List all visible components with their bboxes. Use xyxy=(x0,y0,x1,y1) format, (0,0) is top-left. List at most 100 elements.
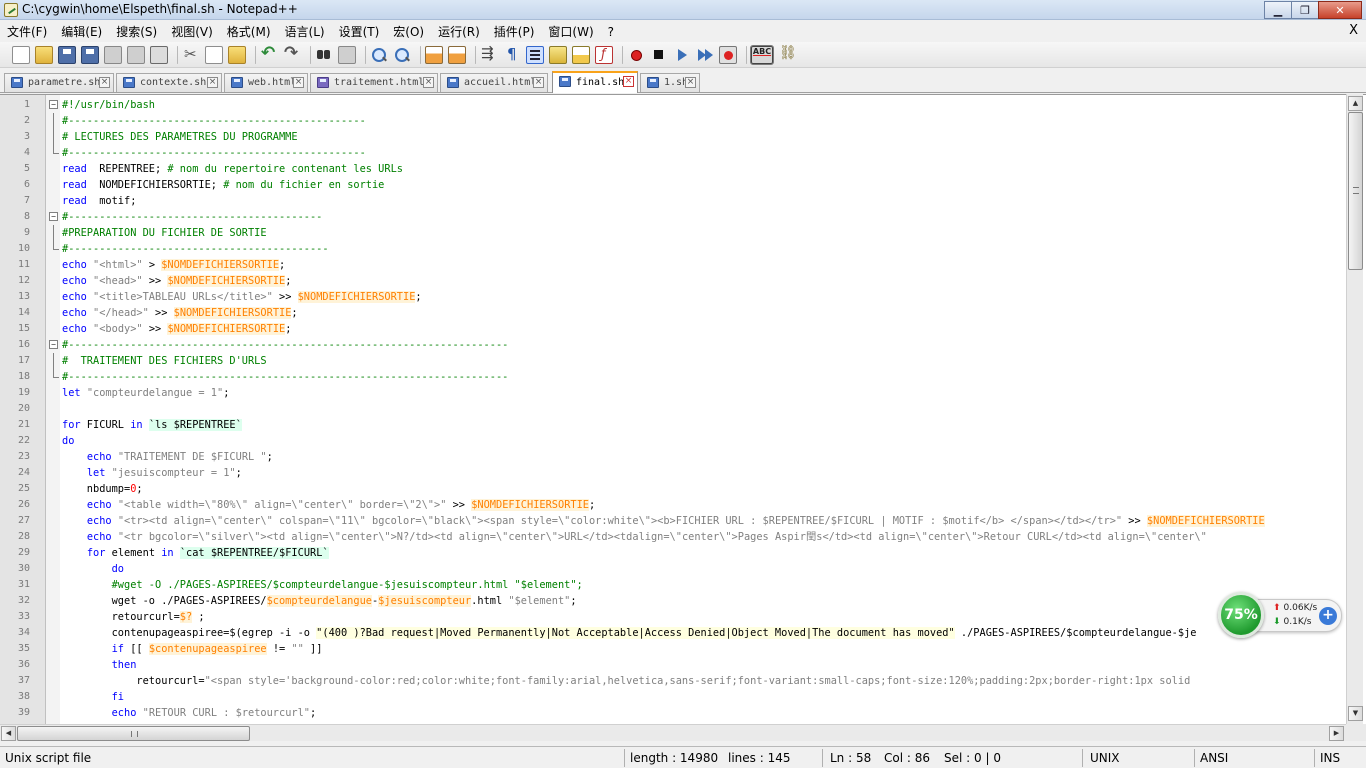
menu-search[interactable]: 搜索(S) xyxy=(109,23,164,40)
code-line[interactable]: 33 retourcurl=$? ; xyxy=(0,609,1346,625)
tab-close-icon[interactable]: × xyxy=(423,77,434,88)
plugin-link-icon[interactable] xyxy=(778,45,797,64)
code-line[interactable]: 25 nbdump=0; xyxy=(0,481,1346,497)
code-line[interactable]: 23 echo "TRAITEMENT DE $FICURL "; xyxy=(0,449,1346,465)
save-macro-icon[interactable] xyxy=(719,45,737,64)
show-all-characters-icon[interactable] xyxy=(503,45,521,64)
tab-contexte[interactable]: contexte.sh × xyxy=(116,73,222,92)
code-line[interactable]: 13 echo "<title>TABLEAU URLs</title>" >> … xyxy=(0,289,1346,305)
sync-vertical-icon[interactable] xyxy=(425,45,443,64)
tab-accueil[interactable]: accueil.html × xyxy=(440,73,548,92)
menu-edit[interactable]: 编辑(E) xyxy=(54,23,109,40)
tab-close-icon[interactable]: × xyxy=(207,77,218,88)
undo-icon[interactable] xyxy=(260,43,278,64)
code-line[interactable]: 38 fi xyxy=(0,689,1346,705)
scroll-down-icon[interactable]: ▼ xyxy=(1348,706,1363,721)
save-icon[interactable] xyxy=(58,45,76,64)
menu-file[interactable]: 文件(F) xyxy=(0,23,54,40)
code-line[interactable]: 32 wget -o ./PAGES-ASPIREES/$compteurdel… xyxy=(0,593,1346,609)
zoom-out-icon[interactable] xyxy=(393,46,411,64)
vertical-scroll-thumb[interactable] xyxy=(1348,112,1363,270)
code-line[interactable]: 18 #-------------------------------------… xyxy=(0,369,1346,385)
redo-icon[interactable] xyxy=(283,43,301,64)
word-wrap-icon[interactable] xyxy=(480,44,498,64)
document-map-icon[interactable] xyxy=(572,45,590,64)
code-lines[interactable]: 1− #!/usr/bin/bash 2 #---------------------… xyxy=(0,97,1346,721)
scroll-right-icon[interactable]: ▶ xyxy=(1329,726,1344,741)
code-line[interactable]: 27 echo "<tr><td align=\"center\" colspa… xyxy=(0,513,1346,529)
tab-parametre[interactable]: parametre.sh × xyxy=(4,73,114,92)
code-line[interactable]: 7 read motif; xyxy=(0,193,1346,209)
code-line[interactable]: 24 let "jesuiscompteur = 1"; xyxy=(0,465,1346,481)
code-line[interactable]: 29 for element in `cat $REPENTREE/$FICUR… xyxy=(0,545,1346,561)
stop-recording-icon[interactable] xyxy=(650,46,668,64)
code-line[interactable]: 5 read REPENTREE; # nom du repertoire con… xyxy=(0,161,1346,177)
tab-close-icon[interactable]: × xyxy=(685,77,696,88)
code-line[interactable]: 8 − #-------------------------------------… xyxy=(0,209,1346,225)
code-line[interactable]: 6 read NOMDEFICHIERSORTIE; # nom du fichi… xyxy=(0,177,1346,193)
tab-close-icon[interactable]: × xyxy=(533,77,544,88)
code-line[interactable]: 1 − #!/usr/bin/bash xyxy=(0,97,1346,113)
code-line[interactable]: 37 retourcurl="<span style='background-c… xyxy=(0,673,1346,689)
fold-toggle-icon[interactable]: − xyxy=(49,212,58,221)
code-line[interactable]: 39 echo "RETOUR CURL : $retourcurl"; xyxy=(0,705,1346,721)
copy-icon[interactable] xyxy=(205,45,223,64)
code-line[interactable]: 28 echo "<tr bgcolor=\"silver\"><td alig… xyxy=(0,529,1346,545)
scroll-left-icon[interactable]: ◀ xyxy=(1,726,16,741)
code-line[interactable]: 10 #-------------------------------------… xyxy=(0,241,1346,257)
network-speed-widget[interactable]: ⬆ 0.06K/s ⬇ 0.1K/s + 75% xyxy=(1218,592,1344,638)
code-line[interactable]: 21 for FICURL in `ls $REPENTREE` xyxy=(0,417,1346,433)
run-macro-multiple-icon[interactable] xyxy=(696,46,714,64)
save-all-icon[interactable] xyxy=(81,45,99,64)
code-line[interactable]: 12 echo "<head>" >> $NOMDEFICHIERSORTIE; xyxy=(0,273,1346,289)
print-icon[interactable] xyxy=(150,45,168,64)
menu-settings[interactable]: 设置(T) xyxy=(332,23,387,40)
open-file-icon[interactable] xyxy=(35,45,53,64)
tab-traitement[interactable]: traitement.html × xyxy=(310,73,438,92)
code-line[interactable]: 11 echo "<html>" > $NOMDEFICHIERSORTIE; xyxy=(0,257,1346,273)
code-line[interactable]: 15 echo "<body>" >> $NOMDEFICHIERSORTIE; xyxy=(0,321,1346,337)
sync-horizontal-icon[interactable] xyxy=(448,45,466,64)
new-file-icon[interactable] xyxy=(12,45,30,64)
user-language-icon[interactable] xyxy=(549,45,567,64)
horizontal-scrollbar[interactable]: ◀ ▶ xyxy=(0,724,1346,741)
code-line[interactable]: 36 then xyxy=(0,657,1346,673)
record-macro-icon[interactable] xyxy=(627,46,645,64)
close-all-icon[interactable] xyxy=(127,45,145,64)
minimize-button[interactable]: ▁ xyxy=(1264,1,1292,19)
code-line[interactable]: 34 contenupageaspiree=$(egrep -i -o "(40… xyxy=(0,625,1346,641)
scroll-up-icon[interactable]: ▲ xyxy=(1348,96,1363,111)
code-line[interactable]: 20 xyxy=(0,401,1346,417)
tab-final[interactable]: final.sh × xyxy=(552,71,638,93)
tab-1[interactable]: 1.sh × xyxy=(640,73,700,92)
menu-macro[interactable]: 宏(O) xyxy=(386,23,431,40)
cut-icon[interactable] xyxy=(182,45,200,64)
close-document-button[interactable]: X xyxy=(1349,23,1358,38)
menu-language[interactable]: 语言(L) xyxy=(278,23,332,40)
code-line[interactable]: 16 − #------------------------------------… xyxy=(0,337,1346,353)
zoom-in-icon[interactable] xyxy=(370,46,388,64)
code-line[interactable]: 19 let "compteurdelangue = 1"; xyxy=(0,385,1346,401)
code-line[interactable]: 3 # LECTURES DES PARAMETRES DU PROGRAMME xyxy=(0,129,1346,145)
close-window-button[interactable]: ✕ xyxy=(1318,1,1362,19)
code-line[interactable]: 26 echo "<table width=\"80%\" align=\"ce… xyxy=(0,497,1346,513)
tab-close-icon[interactable]: × xyxy=(99,77,110,88)
code-line[interactable]: 14 echo "</head>" >> $NOMDEFICHIERSORTIE; xyxy=(0,305,1346,321)
function-list-icon[interactable] xyxy=(595,45,613,64)
playback-macro-icon[interactable] xyxy=(673,46,691,64)
menu-view[interactable]: 视图(V) xyxy=(164,23,220,40)
spell-check-icon[interactable]: ABC xyxy=(750,44,774,65)
code-line[interactable]: 9 #PREPARATION DU FICHIER DE SORTIE xyxy=(0,225,1346,241)
paste-icon[interactable] xyxy=(228,45,246,64)
tab-close-icon[interactable]: × xyxy=(623,76,634,87)
code-line[interactable]: 2 #--------------------------------------… xyxy=(0,113,1346,129)
code-editor[interactable]: 1− #!/usr/bin/bash 2 #---------------------… xyxy=(0,94,1366,724)
tab-web[interactable]: web.html × xyxy=(224,73,308,92)
menu-format[interactable]: 格式(M) xyxy=(220,23,278,40)
accelerate-plus-icon[interactable]: + xyxy=(1319,607,1337,625)
vertical-scrollbar[interactable]: ▲ ▼ xyxy=(1346,94,1363,724)
code-line[interactable]: 35 if [[ $contenupageaspiree != "" ]] xyxy=(0,641,1346,657)
fold-toggle-icon[interactable]: − xyxy=(49,340,58,349)
menu-help[interactable]: ? xyxy=(601,25,621,39)
memory-usage-badge[interactable]: 75% xyxy=(1218,592,1264,638)
